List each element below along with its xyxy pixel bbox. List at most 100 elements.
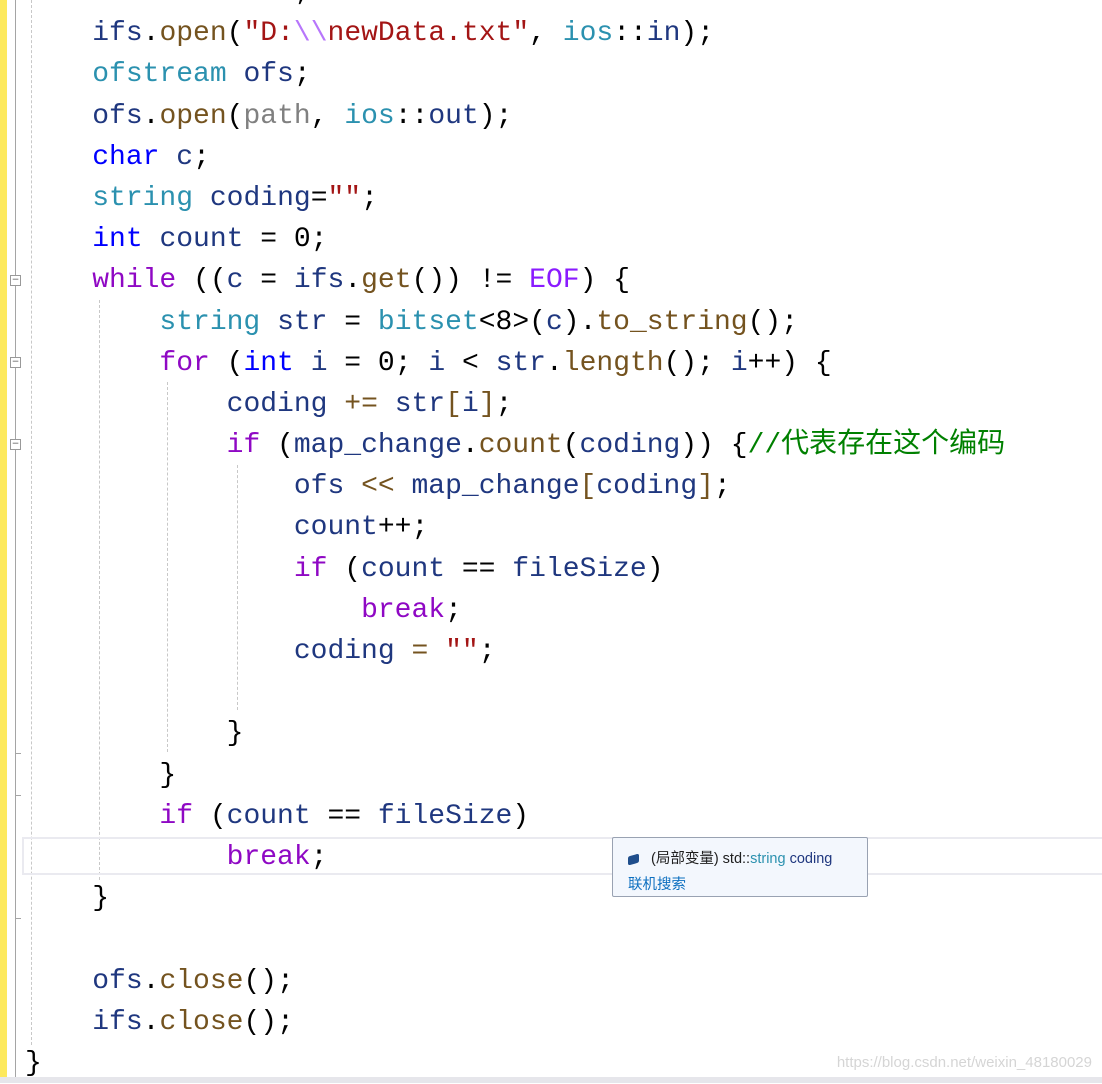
code-token-ctrl: for	[159, 347, 210, 379]
code-token: ==	[310, 800, 378, 832]
code-token-fn: open	[159, 18, 227, 50]
code-token: ) {	[579, 265, 631, 297]
code-line[interactable]	[25, 919, 1005, 960]
code-token-var: ifs	[293, 265, 345, 297]
online-search-link[interactable]: 联机搜索	[628, 873, 686, 894]
code-line[interactable]: ofs.close();	[25, 961, 1005, 1002]
code-line[interactable]: string coding="";	[25, 178, 1005, 219]
code-token-var: coding	[293, 636, 395, 667]
code-token: .	[142, 100, 160, 132]
code-token-kw: int	[92, 224, 143, 256]
code-token: <8>(	[478, 306, 546, 338]
code-token-var: ifs	[92, 1006, 143, 1038]
tooltip-var-name: coding	[785, 851, 833, 867]
horizontal-scrollbar-track[interactable]	[0, 1077, 1102, 1083]
code-token: <	[445, 347, 496, 379]
code-token: ;	[361, 182, 378, 214]
code-line[interactable]: ofs << map_change[coding];	[25, 466, 1005, 507]
code-line[interactable]: if (map_change.count(coding)) {//代表存在这个编…	[25, 425, 1006, 466]
code-line[interactable]: ifs.close();	[25, 1002, 1005, 1043]
code-line[interactable]: if (count == fileSize)	[25, 549, 1005, 590]
code-line[interactable]: string str = bitset<8>(c).to_string();	[25, 302, 1005, 343]
code-token-var: ifs	[92, 18, 143, 50]
code-token-str: ""	[445, 636, 479, 667]
code-token: .	[142, 1006, 160, 1038]
code-token-var: i	[730, 347, 748, 379]
code-token-var: count	[226, 800, 311, 832]
code-token: );	[478, 100, 513, 132]
code-token-var: out	[428, 100, 479, 132]
code-token: (	[562, 430, 580, 462]
code-line[interactable]: ofs.open(path, ios::out);	[25, 96, 1005, 137]
code-token-ctrl: if	[226, 430, 261, 462]
code-line[interactable]: ifs.open("D:\\newData.txt", ios::in);	[25, 13, 1005, 54]
code-token-var: i	[310, 347, 328, 379]
code-token: (	[209, 347, 244, 379]
code-token: =	[243, 265, 294, 297]
code-token-type: ios	[562, 18, 614, 50]
code-token: .	[344, 265, 362, 297]
code-token-var: count	[159, 224, 244, 256]
code-token-var: ofs	[293, 471, 345, 503]
code-line[interactable]: while ((c = ifs.get()) != EOF) {	[25, 260, 1005, 301]
code-line[interactable]: coding = "";	[25, 631, 1005, 672]
code-token: .	[142, 965, 160, 997]
collapse-for-icon[interactable]: −	[10, 357, 21, 368]
code-token: ;	[294, 0, 311, 8]
code-token-fn: ]	[697, 471, 714, 503]
code-token: ();	[747, 306, 799, 338]
code-line[interactable]: char c;	[25, 137, 1005, 178]
code-token: ;	[193, 141, 210, 173]
code-token: (	[226, 100, 244, 132]
code-line[interactable]: break;	[25, 590, 1005, 631]
code-token-fn: [	[445, 388, 462, 420]
code-line[interactable]: ofstream ofs;	[25, 54, 1005, 95]
code-editor[interactable]: ifstream ifs; ifs.open("D:\\newData.txt"…	[25, 0, 1005, 1084]
code-token: ,	[529, 18, 563, 50]
code-line[interactable]: }	[25, 755, 1005, 796]
code-token: ();	[663, 347, 731, 379]
code-token: = 0;	[243, 224, 328, 256]
code-line[interactable]: coding += str[i];	[25, 384, 1005, 425]
collapse-while-icon[interactable]: −	[10, 275, 21, 286]
code-token: .	[545, 347, 563, 379]
code-line[interactable]: for (int i = 0; i < str.length(); i++) {	[25, 343, 1005, 384]
code-token-var: c	[545, 306, 563, 338]
code-line[interactable]: }	[25, 713, 1005, 754]
code-token: =	[327, 306, 378, 338]
code-token-var: coding	[209, 182, 311, 214]
code-token-var: count	[361, 553, 446, 585]
code-line[interactable]: int count = 0;	[25, 219, 1005, 260]
code-token-fn: ]	[478, 388, 496, 420]
code-line[interactable]	[25, 672, 1005, 713]
code-token-var: c	[176, 141, 194, 173]
collapse-if-icon[interactable]: −	[10, 439, 21, 450]
code-line[interactable]: ifstream ifs;	[25, 0, 1005, 13]
change-indicator-bar	[0, 0, 7, 1077]
code-token: ,	[310, 100, 345, 132]
code-line[interactable]: if (count == fileSize)	[25, 796, 1005, 837]
code-token-var: fileSize	[377, 800, 513, 832]
code-token: = 0;	[327, 347, 429, 379]
code-token-type: ifstream	[92, 0, 226, 8]
fold-end-tick	[15, 753, 21, 754]
code-token-macro: EOF	[529, 265, 580, 297]
code-line[interactable]: count++;	[25, 507, 1005, 548]
code-token: }	[25, 1047, 42, 1079]
code-token-var: coding	[226, 388, 328, 420]
code-token: )	[646, 553, 664, 585]
code-token-ctrl: while	[92, 265, 177, 297]
code-token: )	[512, 800, 530, 832]
watermark: https://blog.csdn.net/weixin_48180029	[836, 1054, 1092, 1071]
